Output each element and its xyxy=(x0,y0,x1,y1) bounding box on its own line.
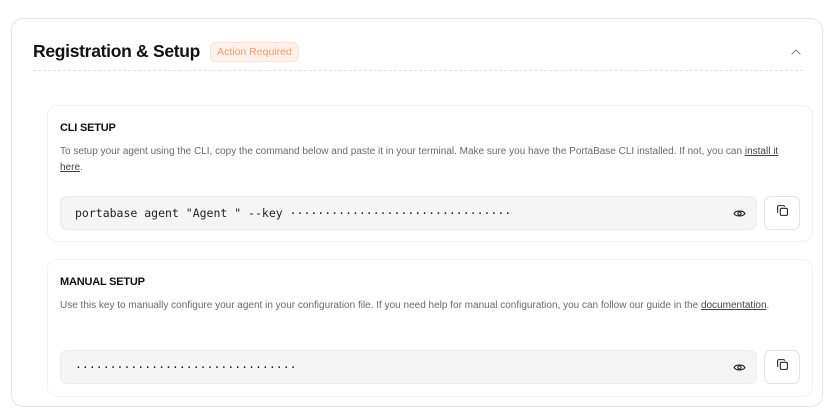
manual-setup-title: MANUAL SETUP xyxy=(60,276,145,288)
cli-setup-description: To setup your agent using the CLI, copy … xyxy=(60,144,800,176)
documentation-link[interactable]: documentation xyxy=(701,300,767,311)
eye-icon[interactable] xyxy=(732,360,746,374)
cli-command-field[interactable]: portabase agent "Agent " --key ·········… xyxy=(60,196,757,230)
cli-command-text: portabase agent "Agent " --key ·········… xyxy=(75,206,512,220)
manual-key-text: ································ xyxy=(75,360,297,374)
cli-setup-section: CLI SETUP To setup your agent using the … xyxy=(47,105,813,242)
copy-icon xyxy=(776,358,789,376)
cli-desc-end: . xyxy=(80,162,83,173)
eye-icon[interactable] xyxy=(732,206,746,220)
cli-desc-text: To setup your agent using the CLI, copy … xyxy=(60,146,745,157)
copy-icon xyxy=(776,204,789,222)
manual-key-field[interactable]: ································ xyxy=(60,350,757,384)
action-required-badge: Action Required xyxy=(210,41,299,62)
card-title: Registration & Setup xyxy=(33,41,201,61)
cli-setup-title: CLI SETUP xyxy=(60,122,116,134)
manual-setup-section: MANUAL SETUP Use this key to manually co… xyxy=(47,259,813,397)
registration-setup-card: Registration & Setup Action Required CLI… xyxy=(11,18,823,407)
copy-command-button[interactable] xyxy=(764,196,800,230)
manual-desc-end: . xyxy=(766,300,770,311)
copy-key-button[interactable] xyxy=(764,350,800,384)
manual-setup-description: Use this key to manually configure your … xyxy=(60,298,800,314)
chevron-up-icon[interactable] xyxy=(789,45,803,59)
manual-desc-text: Use this key to manually configure your … xyxy=(60,300,701,311)
card-header[interactable]: Registration & Setup Action Required xyxy=(33,33,803,71)
